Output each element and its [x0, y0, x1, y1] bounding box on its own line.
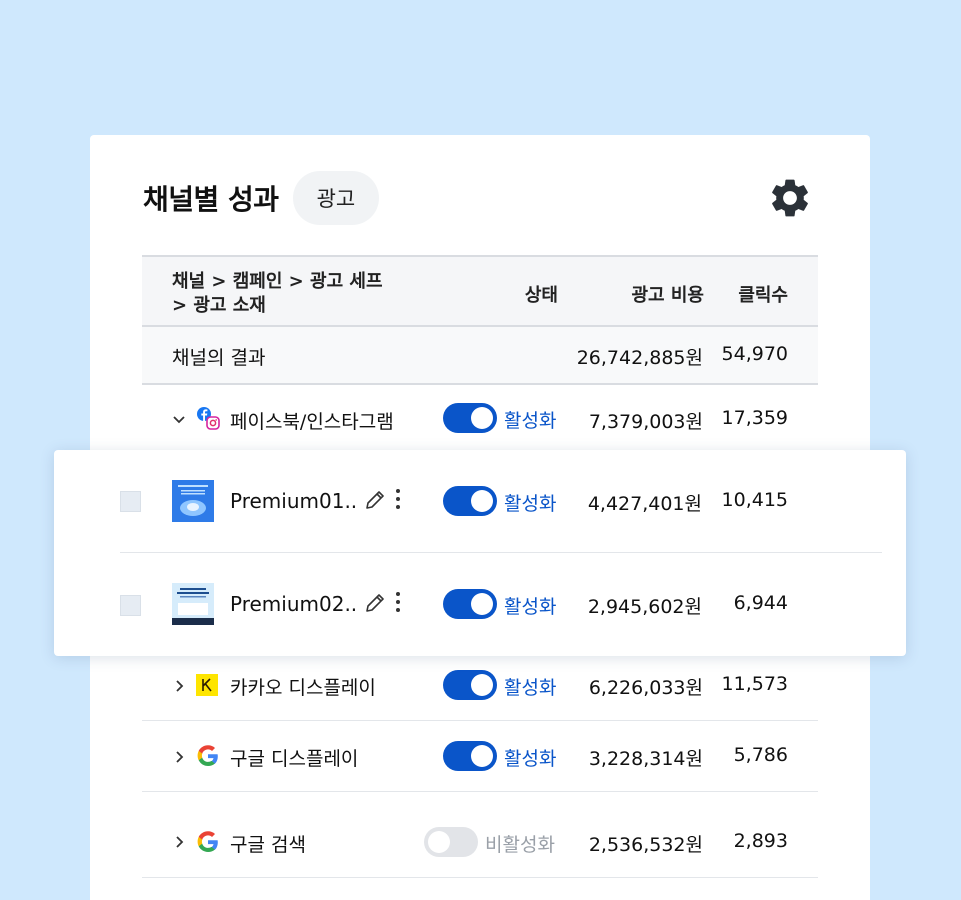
chevron-down-icon[interactable] [172, 412, 186, 426]
channel-clicks: 5,786 [733, 744, 788, 766]
channel-header-line1: 채널 > 캠페인 > 광고 세프 [172, 271, 383, 292]
summary-row: 채널의 결과 26,742,885원 54,970 [142, 327, 818, 385]
status-label: 활성화 [504, 410, 557, 432]
ad-badge[interactable]: 광고 [292, 171, 380, 225]
status-label: 활성화 [504, 596, 557, 618]
page-title: 채널별 성과 [143, 183, 279, 216]
clicks-column-header[interactable]: 클릭수 [738, 281, 788, 307]
pencil-icon[interactable] [364, 489, 386, 511]
status-column-header[interactable]: 상태 [525, 281, 558, 307]
status-label: 활성화 [504, 677, 557, 699]
ad-cost: 2,945,602원 [587, 596, 702, 618]
ad-row[interactable]: Premium01.. 활성화 4,427,401원 10,415 [54, 450, 906, 553]
channel-name[interactable]: 구글 디스플레이 [230, 744, 358, 771]
channel-column-header[interactable]: 채널 > 캠페인 > 광고 세프 > 광고 소재 [172, 270, 412, 318]
more-options-icon[interactable] [392, 487, 404, 511]
ad-thumbnail-image[interactable] [172, 583, 214, 625]
channel-clicks: 17,359 [721, 407, 788, 429]
ad-row[interactable]: Premium02.. 활성화 2,945,602원 6,944 [54, 553, 906, 656]
cost-column-header[interactable]: 광고 비용 [631, 281, 704, 307]
kakao-icon [196, 674, 218, 696]
summary-label: 채널의 결과 [172, 347, 266, 369]
ad-cost: 4,427,401원 [587, 493, 702, 515]
card-header: 채널별 성과 광고 [143, 171, 380, 225]
channel-name[interactable]: 페이스북/인스타그램 [230, 407, 394, 434]
table-header: 채널 > 캠페인 > 광고 세프 > 광고 소재 상태 광고 비용 클릭수 [142, 255, 818, 327]
summary-clicks: 54,970 [721, 343, 788, 365]
gear-icon[interactable] [767, 175, 813, 221]
channel-row-facebook[interactable]: 페이스북/인스타그램 활성화 7,379,003원 17,359 [142, 385, 818, 451]
channel-header-line2: > 광고 소재 [172, 295, 266, 316]
facebook-instagram-icon [197, 407, 220, 430]
channel-name[interactable]: 구글 검색 [230, 830, 306, 857]
chevron-right-icon[interactable] [172, 750, 186, 764]
pencil-icon[interactable] [364, 592, 386, 614]
channel-clicks: 11,573 [721, 673, 788, 695]
google-icon [197, 745, 218, 766]
status-toggle[interactable] [443, 486, 497, 516]
summary-cost: 26,742,885원 [576, 347, 703, 369]
status-label: 활성화 [504, 493, 557, 515]
ad-creatives-panel: Premium01.. 활성화 4,427,401원 10,415 Premiu… [54, 450, 906, 656]
ad-clicks: 6,944 [733, 592, 788, 614]
channel-row-kakao[interactable]: 카카오 디스플레이 활성화 6,226,033원 11,573 [142, 650, 818, 721]
channel-clicks: 2,893 [733, 830, 788, 852]
status-label: 비활성화 [485, 834, 555, 856]
ad-name[interactable]: Premium02.. [230, 592, 357, 616]
chevron-right-icon[interactable] [172, 679, 186, 693]
ad-clicks: 10,415 [721, 489, 788, 511]
chevron-right-icon[interactable] [172, 835, 186, 849]
status-toggle[interactable] [443, 670, 497, 700]
status-toggle[interactable] [443, 741, 497, 771]
channel-cost: 3,228,314원 [588, 748, 703, 770]
channel-row-google-search[interactable]: 구글 검색 비활성화 2,536,532원 2,893 [142, 792, 818, 878]
status-toggle[interactable] [424, 827, 478, 857]
status-label: 활성화 [504, 748, 557, 770]
channel-cost: 6,226,033원 [588, 677, 703, 699]
row-checkbox[interactable] [120, 491, 141, 512]
google-icon [197, 831, 218, 852]
channel-name[interactable]: 카카오 디스플레이 [230, 673, 376, 700]
row-checkbox[interactable] [120, 595, 141, 616]
status-toggle[interactable] [443, 403, 497, 433]
more-options-icon[interactable] [392, 590, 404, 614]
ad-thumbnail-image[interactable] [172, 480, 214, 522]
channel-row-google-display[interactable]: 구글 디스플레이 활성화 3,228,314원 5,786 [142, 721, 818, 792]
ad-name[interactable]: Premium01.. [230, 489, 357, 513]
status-toggle[interactable] [443, 589, 497, 619]
channel-cost: 2,536,532원 [588, 834, 703, 856]
channel-cost: 7,379,003원 [588, 411, 703, 433]
